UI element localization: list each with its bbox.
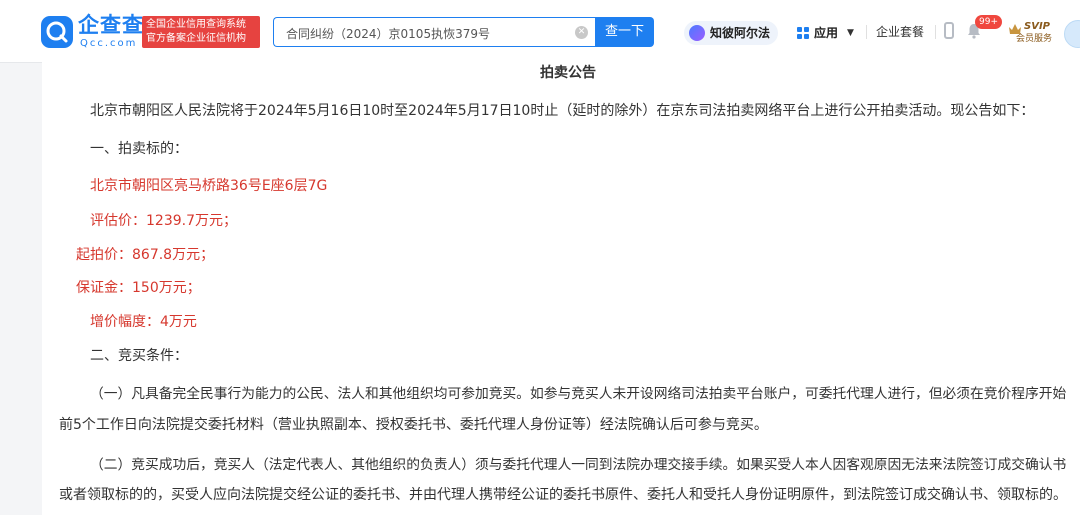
apps-grid-icon	[797, 27, 809, 39]
apps-menu[interactable]: 应用 ▼	[797, 22, 859, 44]
svip-member-button[interactable]: SVIP 会员服务	[1008, 20, 1058, 46]
crown-icon	[1009, 24, 1021, 34]
condition-1-line-1: （一）凡具备完全民事行为能力的公民、法人和其他组织均可参加竞买。如参与竞买人未开…	[90, 386, 1067, 402]
condition-2-line-1: （二）竞买成功后，竞买人（法定代表人、其他组织的负责人）须与委托代理人一同到法院…	[90, 457, 1067, 473]
divider	[935, 25, 936, 39]
auction-address: 北京市朝阳区亮马桥路36号E座6层7G	[90, 178, 328, 194]
section-heading-1: 一、拍卖标的：	[90, 141, 188, 157]
badge-line-1: 全国企业信用查询系统	[146, 19, 246, 30]
clear-icon[interactable]: ✕	[575, 26, 588, 39]
mobile-app-icon[interactable]	[944, 22, 954, 39]
search-input[interactable]	[284, 22, 573, 44]
apps-label: 应用	[814, 26, 839, 40]
avatar[interactable]	[1064, 20, 1080, 48]
condition-1-line-2: 前5个工作日向法院提交委托材料（营业执照副本、授权委托书、委托代理人身份证等）经…	[59, 417, 768, 433]
zhibi-alpha-button[interactable]: 知彼阿尔法	[684, 21, 778, 45]
svip-label: SVIP	[1024, 21, 1050, 32]
condition-2-line-2: 或者领取标的的，买受人应向法院提交经公证的委托书、并由代理人携带经公证的委托书原…	[59, 487, 1067, 503]
divider	[866, 25, 867, 39]
credit-badge: 全国企业信用查询系统 官方备案企业征信机构	[142, 16, 260, 48]
enterprise-package-link[interactable]: 企业套餐	[876, 23, 924, 41]
zhibi-label: 知彼阿尔法	[710, 26, 771, 40]
search-button[interactable]: 查一下	[595, 17, 654, 47]
svip-sub-label: 会员服务	[1016, 34, 1053, 44]
logo-name[interactable]: 企查查	[78, 13, 144, 37]
appraisal-price: 评估价：1239.7万元；	[90, 213, 237, 229]
section-heading-2: 二、竞买条件：	[90, 348, 188, 364]
qcc-logo-icon[interactable]	[41, 16, 73, 48]
price-increment: 增价幅度：4万元	[90, 314, 197, 330]
auction-announcement: 拍卖公告 北京市朝阳区人民法院将于2024年5月16日10时至2024年5月17…	[42, 62, 1080, 515]
starting-price: 起拍价：867.8万元；	[76, 247, 215, 263]
badge-line-2: 官方备案企业征信机构	[146, 33, 246, 44]
intro-paragraph: 北京市朝阳区人民法院将于2024年5月16日10时至2024年5月17日10时止…	[90, 103, 1035, 119]
page-title: 拍卖公告	[540, 65, 596, 81]
chevron-down-icon: ▼	[847, 28, 854, 38]
notification-badge: 99+	[975, 15, 1002, 29]
logo-domain: Qcc.com	[80, 38, 138, 49]
top-header: 企查查 Qcc.com 全国企业信用查询系统 官方备案企业征信机构 ✕ 查一下 …	[0, 0, 1080, 63]
alpha-logo-icon	[689, 25, 705, 41]
deposit: 保证金：150万元；	[76, 280, 201, 296]
search-box: ✕	[273, 17, 595, 47]
